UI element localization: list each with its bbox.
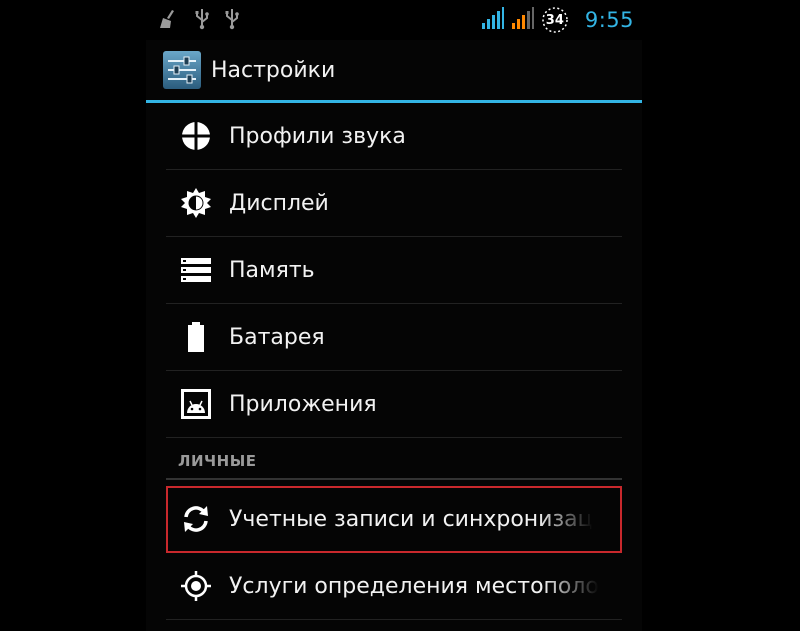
section-header-label: ЛИЧНЫЕ [178,452,257,470]
page-title: Настройки [211,58,336,83]
settings-item-display[interactable]: Дисплей [166,170,622,237]
apps-icon [178,386,214,422]
status-clock: 9:55 [584,8,634,32]
settings-sliders-icon[interactable] [162,50,202,90]
settings-item-sound-profiles[interactable]: Профили звука [166,103,622,170]
phone-screen: 34 9:55 Настройки Профили звука Дисплей … [146,0,642,631]
notification-icons [158,8,240,30]
settings-item-apps[interactable]: Приложения [166,371,622,438]
sound-profile-icon [178,118,214,154]
broom-icon [158,8,180,30]
settings-item-storage[interactable]: Память [166,237,622,304]
battery-level-icon: 34 [541,6,569,34]
sync-icon [178,501,214,537]
display-brightness-icon [178,185,214,221]
settings-list: Профили звука Дисплей Память Батарея При… [146,103,642,620]
storage-icon [178,252,214,288]
settings-item-label: Услуги определения местополо [229,573,599,599]
screen-frame: 34 9:55 Настройки Профили звука Дисплей … [0,0,800,631]
action-bar: Настройки [146,40,642,100]
settings-item-location[interactable]: Услуги определения местополо [166,553,622,620]
system-icons: 34 9:55 [481,6,634,34]
settings-item-label: Память [229,257,315,283]
settings-item-battery[interactable]: Батарея [166,304,622,371]
settings-item-label: Приложения [229,391,377,417]
location-icon [178,568,214,604]
settings-item-accounts-sync[interactable]: Учетные записи и синхронизац [166,486,622,553]
settings-item-label: Дисплей [229,190,329,216]
settings-item-label: Профили звука [229,123,406,149]
settings-item-label: Батарея [229,324,325,350]
section-header-personal: ЛИЧНЫЕ [166,438,622,480]
status-bar: 34 9:55 [146,0,642,40]
usb-icon [224,8,240,30]
battery-icon [178,319,214,355]
usb-icon [194,8,210,30]
signal-blue-icon [481,6,505,34]
settings-item-label: Учетные записи и синхронизац [229,506,593,532]
signal-orange-icon [511,6,535,34]
